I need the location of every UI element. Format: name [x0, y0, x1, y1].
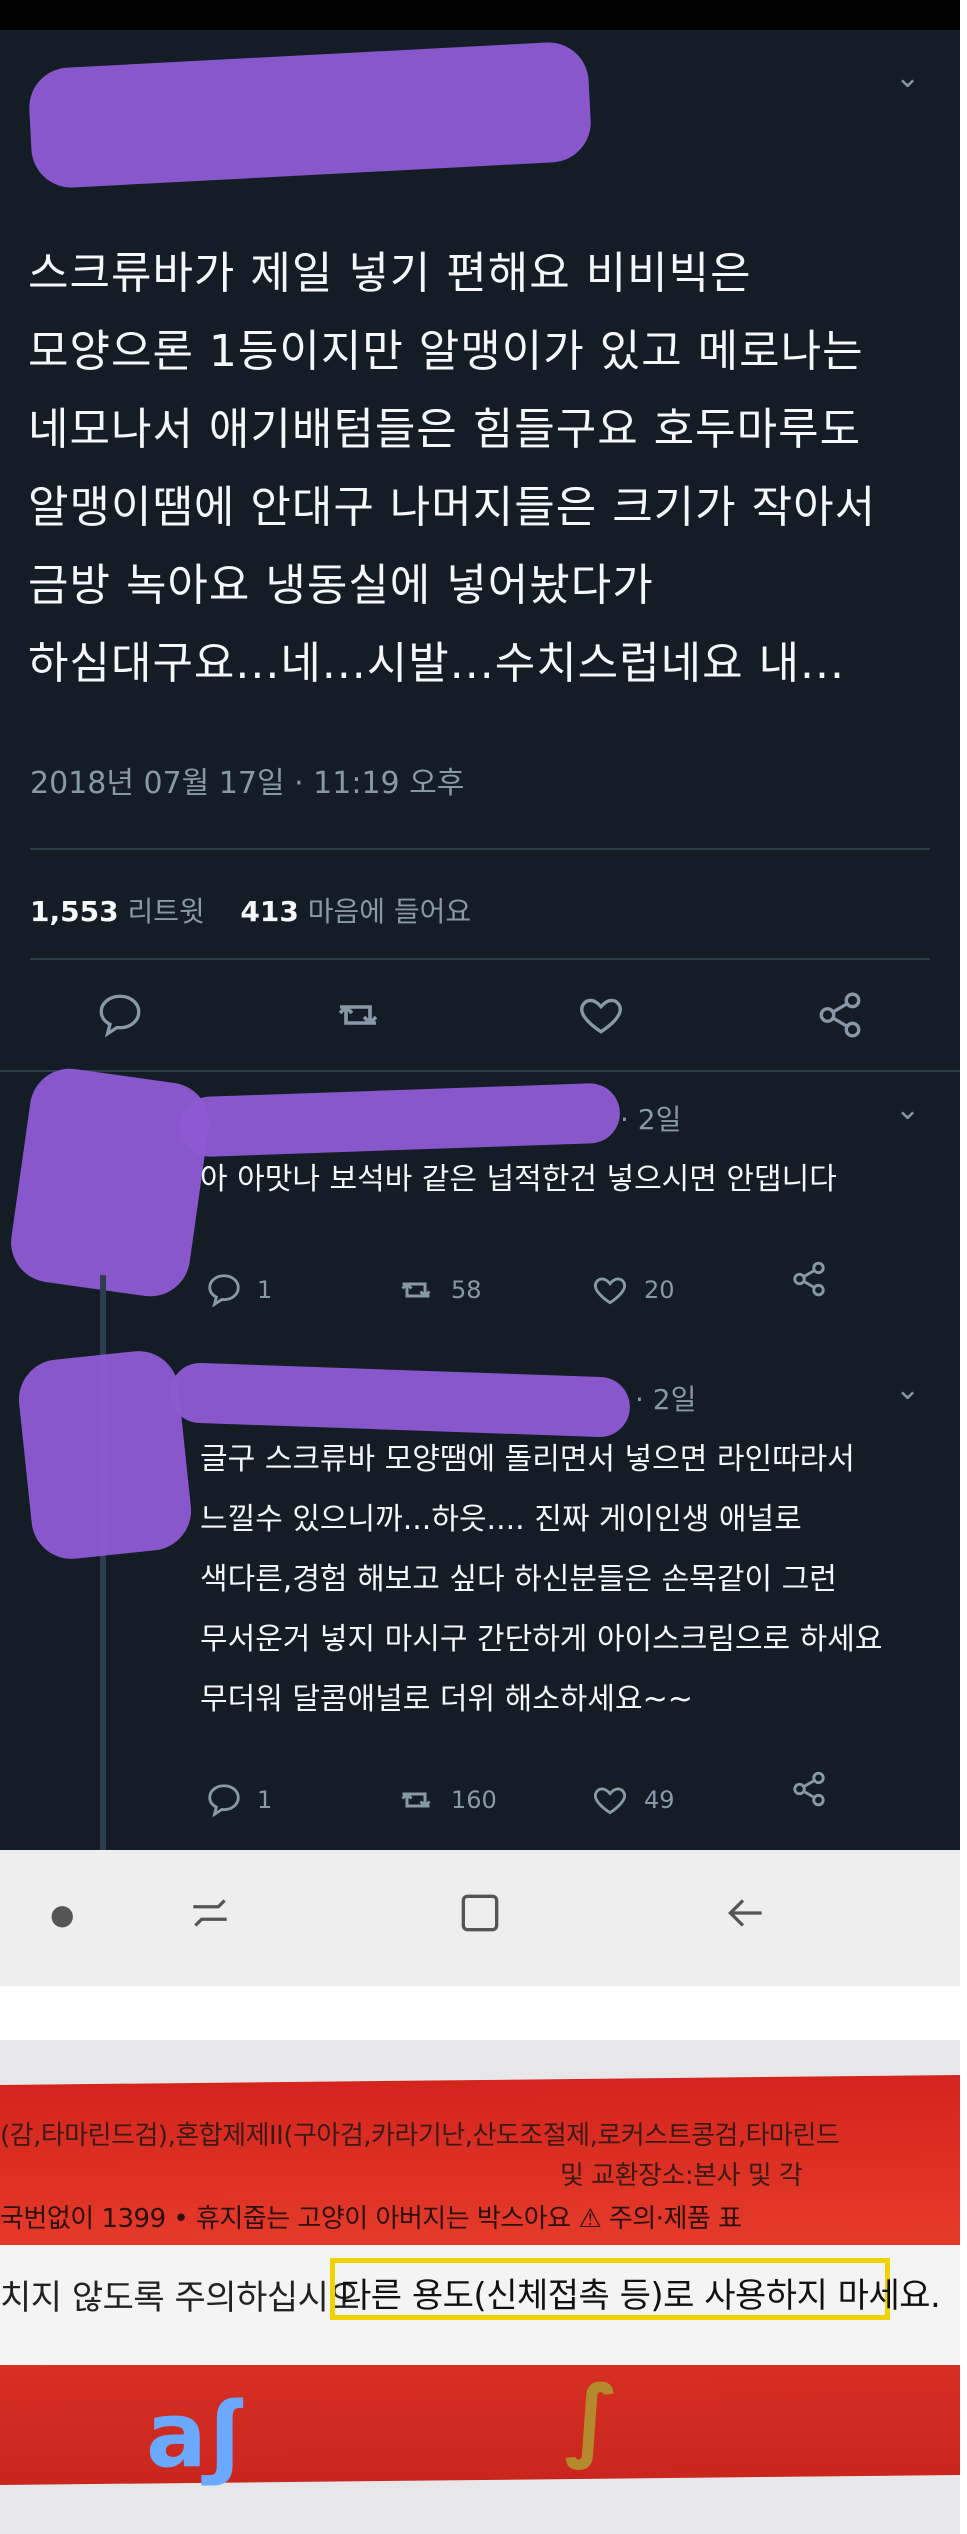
- like-count[interactable]: 413: [240, 895, 298, 928]
- home-icon[interactable]: [455, 1888, 505, 1949]
- reply-actions: 1 160 49: [0, 1770, 960, 1830]
- phone-screenshot: ⌄ 스크류바가 제일 넣기 편해요 비비빅은 모양으론 1등이지만 알맹이가 있…: [0, 0, 960, 1986]
- share-icon[interactable]: [815, 990, 865, 1040]
- reply-time: · 2일: [635, 1383, 697, 1416]
- tweet-timestamp: 2018년 07월 17일 · 11:19 오후: [30, 766, 465, 801]
- divider: [30, 958, 930, 960]
- retweet-icon[interactable]: 58: [395, 1260, 482, 1320]
- android-nav-bar: ●: [0, 1850, 960, 1986]
- reply-time: · 2일: [620, 1103, 682, 1136]
- warning-prefix: 치지 않도록 주의하십시오: [0, 2278, 360, 2318]
- redacted-handle: [179, 1082, 621, 1158]
- redacted-author: [27, 40, 593, 190]
- reply-text: 글구 스크류바 모양땜에 돌리면서 넣으면 라인따라서 느낄수 있으니까...하…: [200, 1442, 883, 1717]
- heart-icon[interactable]: 20: [590, 1260, 675, 1320]
- retweet-icon[interactable]: 160: [395, 1770, 497, 1830]
- redacted-handle: [169, 1361, 631, 1439]
- retweet-count: 160: [451, 1786, 497, 1814]
- back-icon[interactable]: [720, 1888, 770, 1949]
- retweet-label[interactable]: 리트윗: [127, 895, 204, 928]
- chevron-down-icon[interactable]: ⌄: [895, 1372, 920, 1407]
- chevron-down-icon[interactable]: ⌄: [895, 60, 920, 95]
- wrapper-photo: (감,타마린드검),혼합제제II(구아검,카라기난,산도조절제,로커스트콩검,타…: [0, 2040, 960, 2534]
- heart-icon[interactable]: 49: [590, 1770, 675, 1830]
- like-count: 49: [644, 1786, 675, 1814]
- reply-count: 1: [257, 1276, 273, 1304]
- reply-count: 1: [257, 1786, 273, 1814]
- reply-icon[interactable]: [95, 990, 145, 1040]
- reply-icon[interactable]: 1: [205, 1770, 272, 1830]
- wrapper-ingredients: (감,타마린드검),혼합제제II(구아검,카라기난,산도조절제,로커스트콩검,타…: [0, 2121, 840, 2151]
- heart-icon[interactable]: [575, 990, 627, 1040]
- reply-text: 아 아맛나 보석바 같은 넙적한건 넣으시면 안댑니다: [200, 1162, 837, 1197]
- wrapper-top-text: 및 교환장소:본사 및 각: [560, 2161, 803, 2191]
- tweet-actions: [0, 990, 960, 1050]
- tweet-detail-view: ⌄ 스크류바가 제일 넣기 편해요 비비빅은 모양으론 1등이지만 알맹이가 있…: [0, 30, 960, 1850]
- like-count: 20: [644, 1276, 675, 1304]
- tweet-stats: 1,553 리트윗 413 마음에 들어요: [30, 890, 471, 930]
- highlighted-warning: 다른 용도(신체접촉 등)로 사용하지 마세요.: [340, 2276, 941, 2316]
- reply-actions: 1 58 20: [0, 1260, 960, 1320]
- share-icon[interactable]: [790, 1770, 828, 1808]
- like-label[interactable]: 마음에 들어요: [308, 895, 471, 928]
- reply-icon[interactable]: 1: [205, 1260, 272, 1320]
- retweet-icon[interactable]: [330, 990, 386, 1040]
- brand-logo-gold: ∫: [560, 2380, 615, 2485]
- retweet-count[interactable]: 1,553: [30, 895, 119, 928]
- share-icon[interactable]: [790, 1260, 828, 1298]
- retweet-count: 58: [451, 1276, 482, 1304]
- chevron-down-icon[interactable]: ⌄: [895, 1092, 920, 1127]
- dot-icon: ●: [50, 1898, 75, 1931]
- divider: [0, 1070, 960, 1072]
- redacted-avatar: [14, 1347, 196, 1563]
- tweet-text: 스크류바가 제일 넣기 편해요 비비빅은 모양으론 1등이지만 알맹이가 있고 …: [28, 248, 877, 689]
- wrapper-contact: 국번없이 1399 • 휴지줍는 고양이 아버지는 박스아요 ⚠ 주의·제품 표: [0, 2204, 742, 2234]
- recent-apps-icon[interactable]: [185, 1888, 235, 1949]
- brand-logo-blue: ʃɐ: [150, 2395, 241, 2500]
- divider: [30, 848, 930, 850]
- status-bar: [0, 0, 960, 30]
